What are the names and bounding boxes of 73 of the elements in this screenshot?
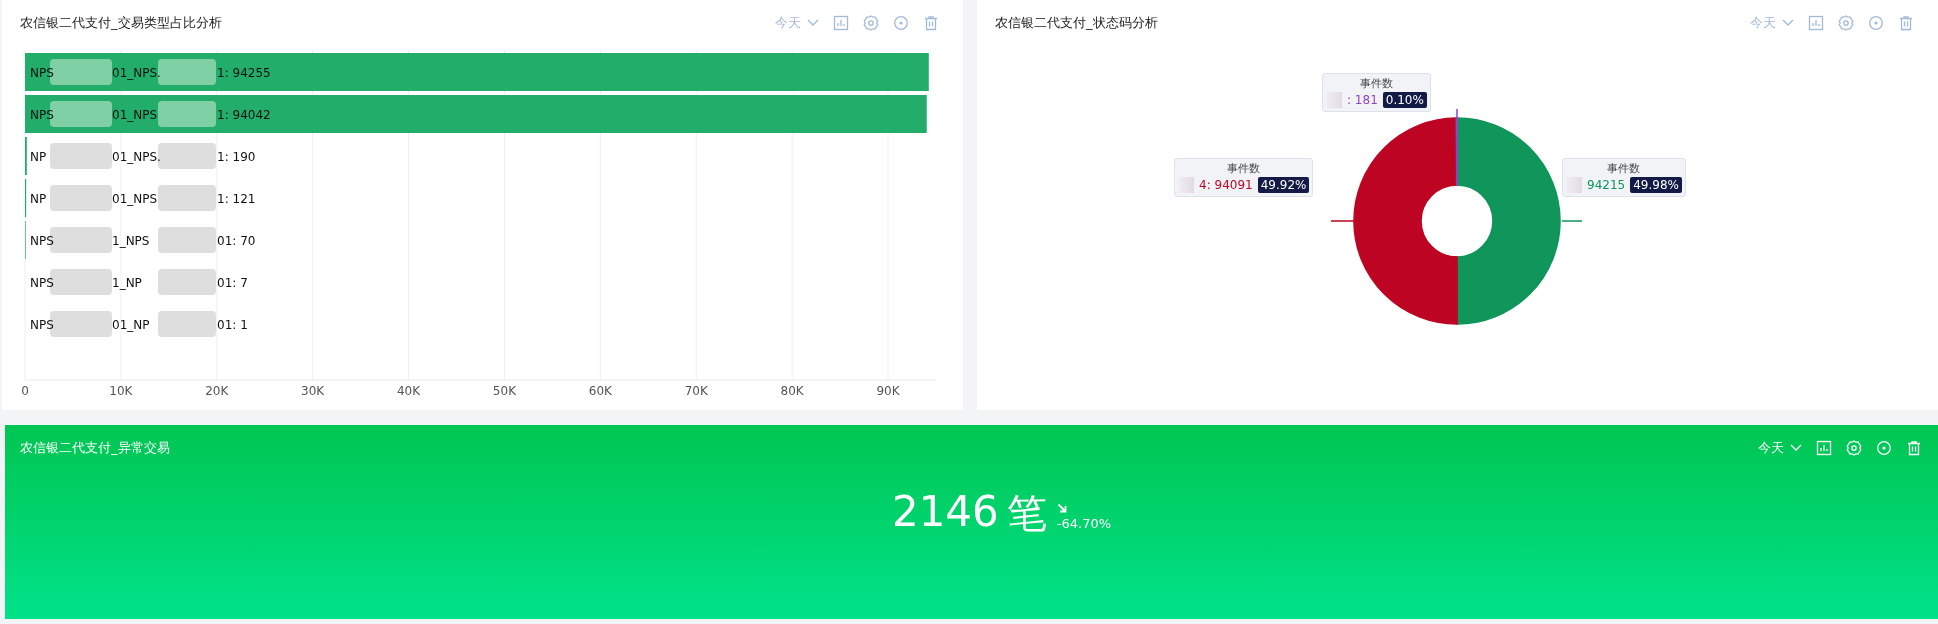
bar-label: NP bbox=[30, 150, 47, 164]
stat-unit: 笔 bbox=[1006, 493, 1047, 533]
axis-tick-label: 60K bbox=[588, 384, 612, 398]
percent-badge: 49.92% bbox=[1257, 177, 1310, 193]
redaction-mask bbox=[158, 185, 216, 211]
settings-icon[interactable] bbox=[1838, 14, 1854, 31]
callout-value: : 181 bbox=[1347, 93, 1378, 107]
redaction-mask bbox=[1178, 177, 1194, 193]
redaction-mask bbox=[50, 185, 112, 211]
callout-value: 94215 bbox=[1587, 178, 1626, 192]
redaction-mask bbox=[158, 227, 216, 253]
axis-tick-label: 30K bbox=[301, 384, 325, 398]
axis-tick-label: 0 bbox=[21, 384, 29, 398]
callout-value: 4: 94091 bbox=[1199, 178, 1253, 192]
bar-label: 01_NPS bbox=[112, 192, 158, 206]
redaction-mask bbox=[158, 59, 216, 85]
percent-badge: 0.10% bbox=[1382, 92, 1427, 108]
bar-label: NP bbox=[30, 192, 47, 206]
bar-label: 1: 121 bbox=[217, 192, 256, 206]
bar-label: 01_NPS. bbox=[112, 150, 161, 164]
bar-label: 1: 94255 bbox=[217, 66, 271, 80]
redaction-mask bbox=[1566, 177, 1582, 193]
axis-tick-label: 80K bbox=[780, 384, 804, 398]
bar-label: 1: 190 bbox=[217, 150, 256, 164]
caret-icon bbox=[1790, 444, 1802, 452]
redaction-mask bbox=[158, 311, 216, 337]
bar-label: 1_NPS bbox=[112, 234, 150, 248]
leader-line bbox=[1561, 220, 1583, 222]
callout-header: 事件数 bbox=[1227, 161, 1261, 177]
bar-label: NPS bbox=[30, 234, 54, 248]
bar-label: 01: 7 bbox=[217, 276, 248, 290]
bar-label: 1: 94042 bbox=[217, 108, 271, 122]
axis-tick-label: 20K bbox=[205, 384, 229, 398]
delete-icon[interactable] bbox=[923, 14, 939, 31]
settings-icon[interactable] bbox=[863, 14, 879, 31]
circle-dot-icon[interactable] bbox=[893, 14, 909, 31]
callout-header: 事件数 bbox=[1607, 161, 1641, 177]
axis-tick-label: 50K bbox=[492, 384, 516, 398]
redaction-mask bbox=[158, 143, 216, 169]
leader-line bbox=[1330, 220, 1355, 222]
change-percent: -64.70% bbox=[1056, 516, 1112, 531]
down-arrow-icon bbox=[1056, 503, 1067, 513]
axis-tick-label: 70K bbox=[684, 384, 708, 398]
redaction-mask bbox=[50, 143, 112, 169]
axis-tick-label: 10K bbox=[109, 384, 133, 398]
callout-header: 事件数 bbox=[1359, 76, 1393, 92]
bar-label: 01: 1 bbox=[217, 318, 248, 332]
redaction-mask bbox=[158, 269, 216, 295]
bar-label: 1_NP bbox=[112, 276, 142, 290]
bar-label: NPS bbox=[30, 318, 54, 332]
caret-icon bbox=[807, 18, 819, 27]
date-range-dropdown[interactable]: 今天 bbox=[1758, 439, 1802, 457]
bar-label: NPS bbox=[30, 276, 54, 290]
panel-title: 农信银二代支付_异常交易 bbox=[20, 439, 170, 457]
circle-dot-icon[interactable] bbox=[1868, 14, 1884, 31]
panel-title: 农信银二代支付_状态码分析 bbox=[995, 13, 1158, 32]
axis-tick-label: 40K bbox=[397, 384, 421, 398]
delete-icon[interactable] bbox=[1898, 14, 1914, 31]
percent-badge: 49.98% bbox=[1630, 177, 1682, 193]
bar-label: 01_NP bbox=[112, 318, 150, 332]
date-range-dropdown[interactable]: 今天 bbox=[775, 13, 819, 32]
bar-label: 01_NPS bbox=[112, 108, 158, 122]
date-range-dropdown[interactable]: 今天 bbox=[1750, 13, 1794, 32]
redaction-mask bbox=[158, 101, 216, 127]
bar-label: 01: 70 bbox=[217, 234, 256, 248]
axis-tick-label: 90K bbox=[876, 384, 900, 398]
stat-value: 2146 bbox=[891, 491, 999, 533]
leader-line bbox=[1456, 108, 1458, 119]
panel-title: 农信银二代支付_交易类型占比分析 bbox=[20, 13, 222, 32]
chart-icon[interactable] bbox=[1808, 14, 1824, 31]
redaction-mask bbox=[1326, 92, 1342, 108]
caret-icon bbox=[1782, 18, 1794, 27]
chart-icon[interactable] bbox=[833, 14, 849, 31]
